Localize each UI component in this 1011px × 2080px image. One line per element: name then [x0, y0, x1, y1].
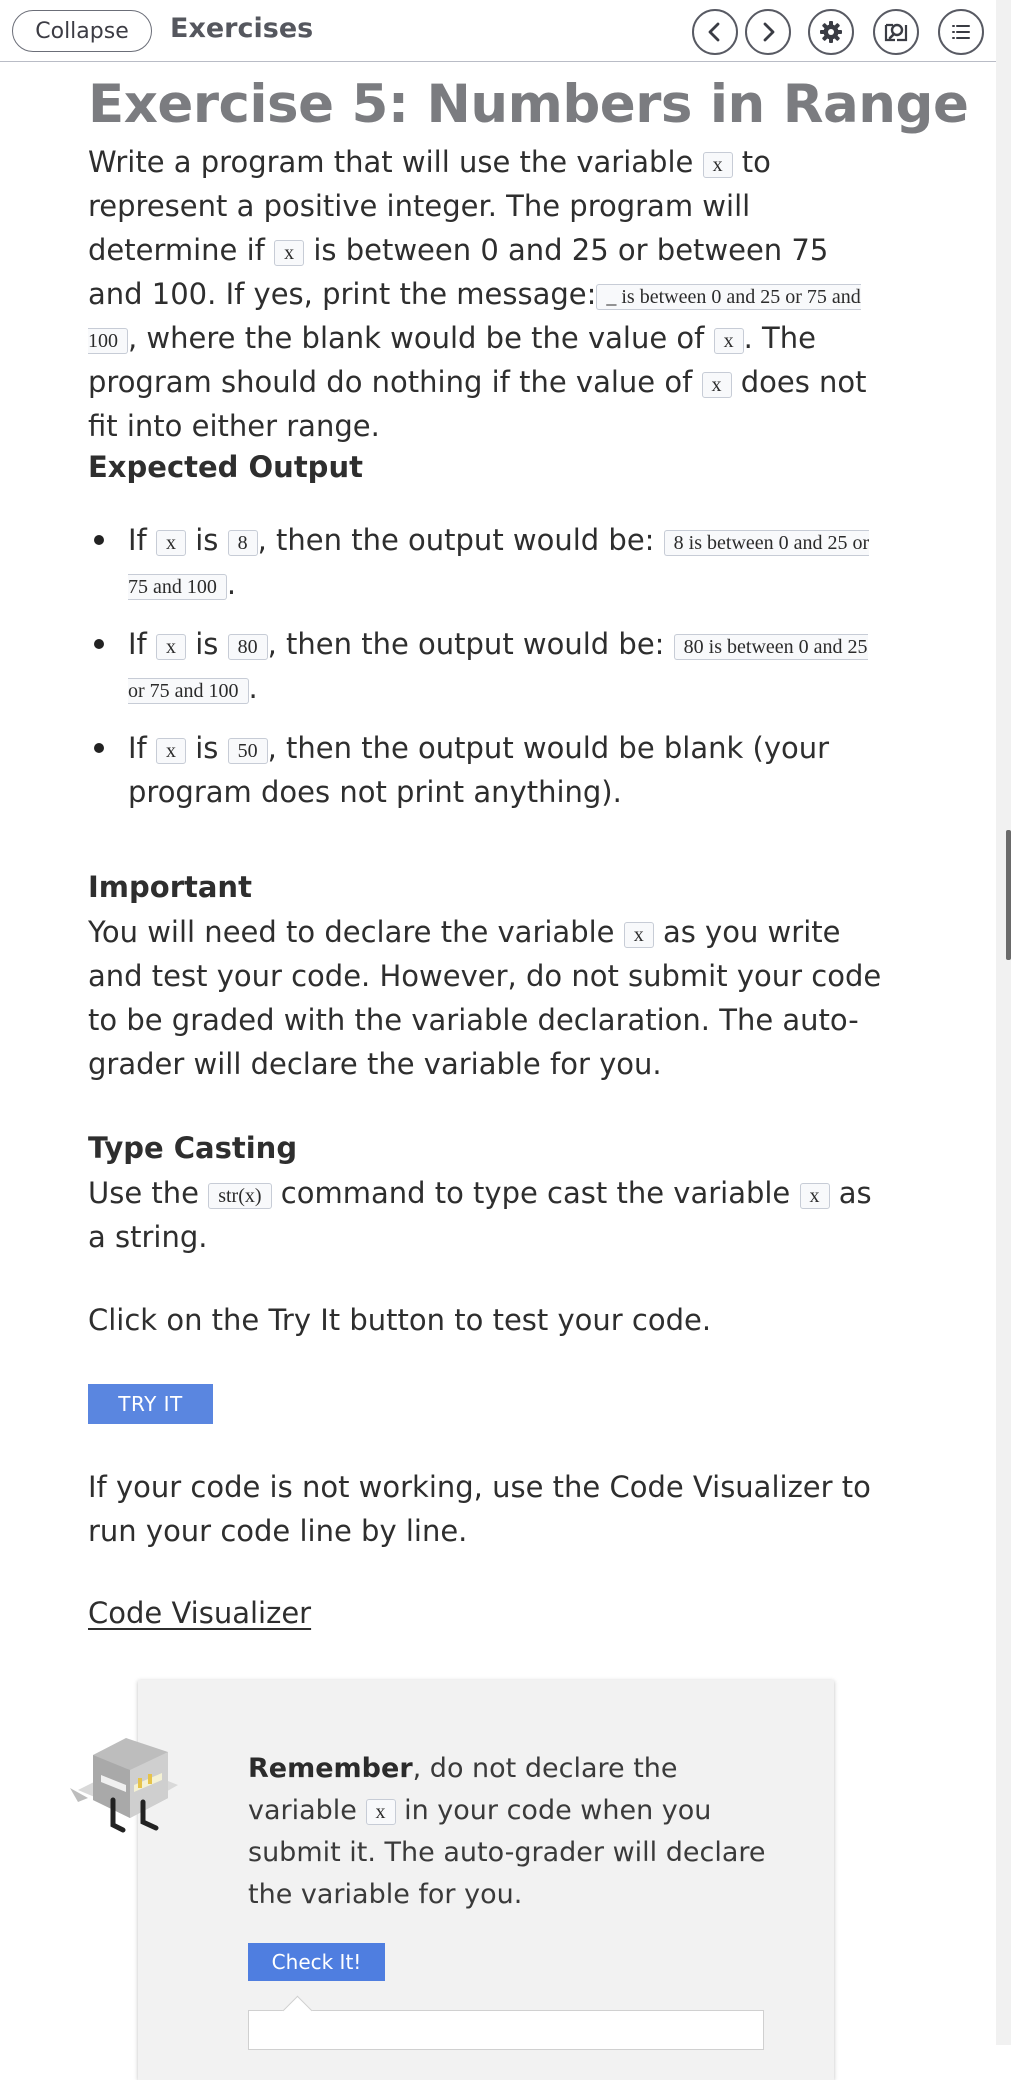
- scrollbar-thumb[interactable]: [1006, 830, 1011, 960]
- inline-code: x: [701, 372, 732, 398]
- page-section-title: Exercises: [170, 13, 314, 44]
- top-bar: Collapse Exercises: [0, 0, 996, 62]
- list-icon: [952, 25, 970, 39]
- inline-code: str(x): [208, 1183, 272, 1209]
- exercise-title: Exercise 5: Numbers in Range: [88, 74, 969, 135]
- reminder-text: Remember, do not declare the variable x …: [248, 1753, 766, 1910]
- type-casting-heading: Type Casting: [88, 1131, 298, 1165]
- inline-code: x: [623, 922, 654, 948]
- list-item: If x is 50, then the output would be bla…: [88, 726, 888, 814]
- try-it-prompt: Click on the Try It button to test your …: [88, 1303, 712, 1337]
- scrollbar-track[interactable]: [996, 0, 1011, 2045]
- search-book-icon: [884, 23, 908, 42]
- chevron-left-icon: [708, 22, 720, 42]
- next-button[interactable]: [745, 9, 791, 55]
- expected-output-list: If x is 8, then the output would be: 8 i…: [88, 518, 888, 830]
- search-guide-button[interactable]: [873, 9, 919, 55]
- important-text: You will need to declare the variable x …: [88, 915, 882, 1081]
- inline-code: x: [702, 152, 733, 178]
- list-item: If x is 80, then the output would be: 80…: [88, 622, 888, 710]
- previous-button[interactable]: [692, 9, 738, 55]
- inline-code: x: [713, 328, 744, 354]
- inline-code: x: [365, 1799, 396, 1825]
- list-item: If x is 8, then the output would be: 8 i…: [88, 518, 888, 606]
- settings-button[interactable]: [808, 9, 854, 55]
- table-of-contents-button[interactable]: [938, 9, 984, 55]
- inline-code: x: [274, 240, 305, 266]
- code-visualizer-link[interactable]: Code Visualizer: [88, 1596, 311, 1630]
- type-casting-text: Use the str(x) command to type cast the …: [88, 1176, 872, 1254]
- collapse-button[interactable]: Collapse: [12, 10, 152, 52]
- expected-output-heading: Expected Output: [88, 450, 363, 484]
- visualizer-prompt: If your code is not working, use the Cod…: [88, 1470, 871, 1548]
- important-heading: Important: [88, 870, 252, 904]
- check-output-box: [248, 2010, 764, 2050]
- exercise-description: Write a program that will use the variab…: [88, 145, 867, 443]
- chevron-right-icon: [763, 22, 775, 42]
- check-it-button[interactable]: Check It!: [248, 1943, 385, 1981]
- gear-icon: [820, 21, 842, 43]
- try-it-button[interactable]: TRY IT: [88, 1384, 213, 1424]
- robot-mascot-icon: [70, 1738, 178, 1833]
- inline-code: x: [799, 1183, 830, 1209]
